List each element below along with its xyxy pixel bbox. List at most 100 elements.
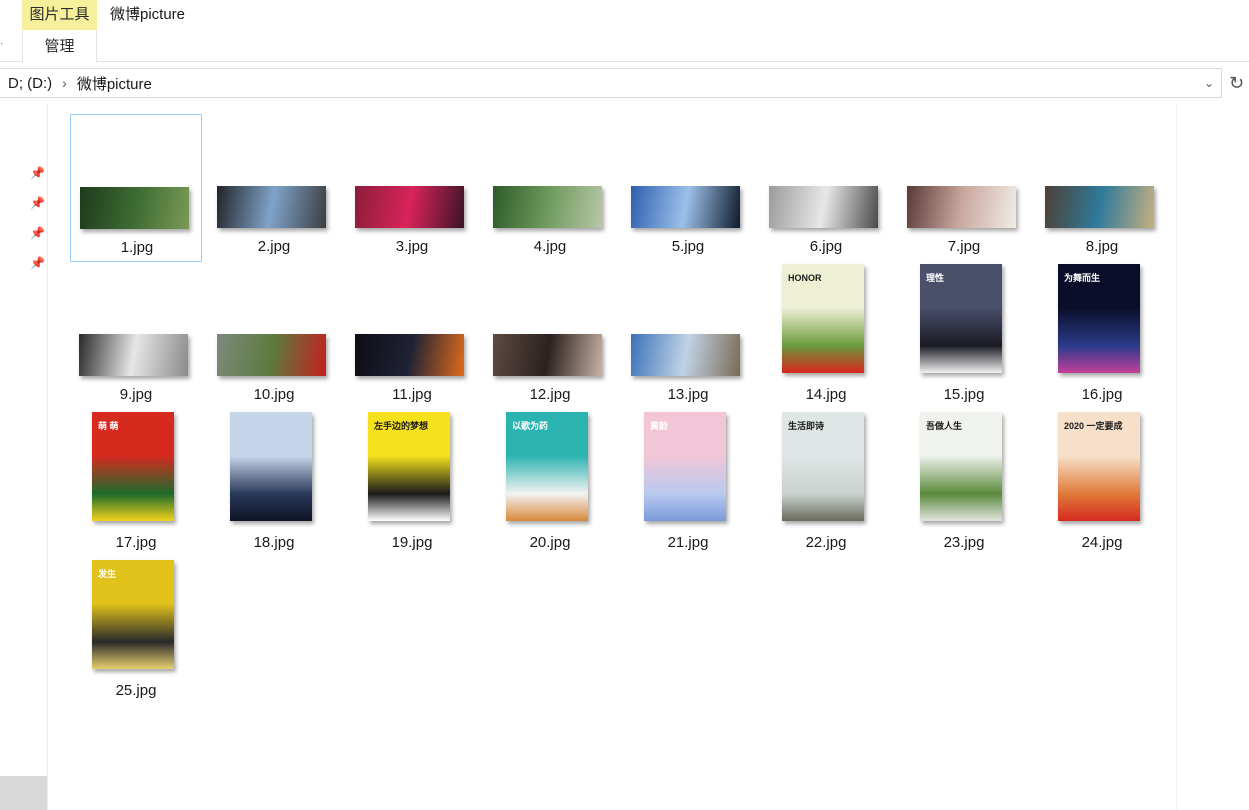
navigation-pane: 📌 📌 📌 📌 (0, 104, 48, 810)
file-item[interactable]: 11.jpg (346, 262, 478, 410)
thumbnail-caption: 左手边的梦想 (374, 421, 429, 431)
file-item[interactable]: 9.jpg (70, 262, 202, 410)
thumbnail-caption: 黄龄 (650, 421, 669, 431)
file-thumbnail[interactable] (355, 334, 464, 376)
thumbnail-caption: 发生 (98, 569, 117, 579)
file-item[interactable]: 2.jpg (208, 114, 340, 262)
file-item[interactable]: 10.jpg (208, 262, 340, 410)
thumbnail-caption: 萌 萌 (98, 421, 119, 431)
file-thumbnail[interactable]: 理性 (920, 264, 1002, 373)
file-thumbnail[interactable] (80, 187, 189, 229)
file-thumbnail[interactable]: 左手边的梦想 (368, 412, 450, 521)
ribbon: · 图片工具 管理 微博picture (0, 0, 1249, 62)
file-name: 25.jpg (115, 682, 157, 699)
file-item[interactable]: 以歌为药 20.jpg (484, 410, 616, 558)
file-item[interactable]: 13.jpg (622, 262, 754, 410)
file-name: 19.jpg (391, 534, 433, 551)
file-thumbnail[interactable]: 黄龄 (644, 412, 726, 521)
refresh-icon[interactable]: ↻ (1224, 68, 1249, 98)
file-name: 3.jpg (395, 238, 429, 255)
file-thumbnail[interactable] (907, 186, 1016, 228)
file-thumbnail[interactable]: 吾做人生 (920, 412, 1002, 521)
collapsed-ribbon-edge: · (0, 38, 4, 49)
pin-icon[interactable]: 📌 (30, 226, 45, 240)
file-thumbnail[interactable] (493, 334, 602, 376)
tab-picture-tools[interactable]: 图片工具 (22, 0, 97, 30)
file-name: 23.jpg (943, 534, 985, 551)
file-thumbnail[interactable] (493, 186, 602, 228)
file-name: 9.jpg (119, 386, 153, 403)
file-item[interactable]: 为舞而生 16.jpg (1036, 262, 1168, 410)
file-item[interactable]: 3.jpg (346, 114, 478, 262)
file-item[interactable]: 4.jpg (484, 114, 616, 262)
file-item[interactable]: 18.jpg (208, 410, 340, 558)
file-name: 13.jpg (667, 386, 709, 403)
file-item[interactable]: 8.jpg (1036, 114, 1168, 262)
thumbnail-caption: 2020 一定要成 (1064, 421, 1123, 431)
file-item[interactable]: 12.jpg (484, 262, 616, 410)
chevron-down-icon[interactable]: ⌄ (1201, 75, 1217, 91)
file-name: 17.jpg (115, 534, 157, 551)
pin-icon[interactable]: 📌 (30, 166, 45, 180)
file-thumbnail[interactable] (631, 334, 740, 376)
file-name: 6.jpg (809, 238, 843, 255)
file-name: 18.jpg (253, 534, 295, 551)
file-thumbnail[interactable]: 2020 一定要成 (1058, 412, 1140, 521)
window-title: 微博picture (110, 6, 186, 23)
file-item[interactable]: HONOR 14.jpg (760, 262, 892, 410)
file-item[interactable]: 发生 25.jpg (70, 558, 202, 706)
file-item[interactable]: 5.jpg (622, 114, 754, 262)
file-name: 5.jpg (671, 238, 705, 255)
file-name: 8.jpg (1085, 238, 1119, 255)
nav-scrollbar-thumb[interactable] (0, 776, 47, 810)
thumbnail-caption: 吾做人生 (926, 421, 963, 431)
file-item[interactable]: 6.jpg (760, 114, 892, 262)
file-name: 4.jpg (533, 238, 567, 255)
file-thumbnail[interactable] (631, 186, 740, 228)
file-thumbnail[interactable]: 发生 (92, 560, 174, 669)
address-bar[interactable]: D; (D:) › 微博picture ⌄ (0, 68, 1222, 98)
tab-manage[interactable]: 管理 (22, 30, 97, 62)
file-name: 16.jpg (1081, 386, 1123, 403)
file-thumbnail[interactable] (355, 186, 464, 228)
thumbnail-caption: 以歌为药 (512, 421, 549, 431)
file-name: 21.jpg (667, 534, 709, 551)
file-item[interactable]: 2020 一定要成 24.jpg (1036, 410, 1168, 558)
file-name: 2.jpg (257, 238, 291, 255)
file-name: 7.jpg (947, 238, 981, 255)
file-name: 12.jpg (529, 386, 571, 403)
file-thumbnail[interactable] (769, 186, 878, 228)
file-thumbnail[interactable]: 以歌为药 (506, 412, 588, 521)
file-thumbnail[interactable]: HONOR (782, 264, 864, 373)
file-thumbnail[interactable]: 萌 萌 (92, 412, 174, 521)
file-name: 10.jpg (253, 386, 295, 403)
file-item[interactable]: 1.jpg (70, 114, 202, 262)
file-item[interactable]: 萌 萌 17.jpg (70, 410, 202, 558)
chevron-right-icon[interactable]: › (60, 75, 69, 91)
file-item[interactable]: 理性 15.jpg (898, 262, 1030, 410)
file-item[interactable]: 黄龄 21.jpg (622, 410, 754, 558)
pin-icon[interactable]: 📌 (30, 196, 45, 210)
file-thumbnail[interactable]: 生活即诗 (782, 412, 864, 521)
file-item[interactable]: 吾做人生 23.jpg (898, 410, 1030, 558)
file-name: 14.jpg (805, 386, 847, 403)
file-item[interactable]: 7.jpg (898, 114, 1030, 262)
breadcrumb-drive[interactable]: D; (D:) (0, 75, 60, 92)
file-name: 20.jpg (529, 534, 571, 551)
file-thumbnail[interactable] (217, 186, 326, 228)
breadcrumb-folder[interactable]: 微博picture (69, 73, 160, 94)
pin-icon[interactable]: 📌 (30, 256, 45, 270)
file-grid: 1.jpg 2.jpg 3.jpg 4.jpg 5.jpg 6.jpg 7.jpg 8.jpg… (49, 104, 1176, 810)
file-name: 15.jpg (943, 386, 985, 403)
thumbnail-caption: HONOR (788, 273, 822, 283)
thumbnail-caption: 理性 (926, 273, 945, 283)
file-thumbnail[interactable] (217, 334, 326, 376)
file-item[interactable]: 左手边的梦想 19.jpg (346, 410, 478, 558)
file-thumbnail[interactable]: 为舞而生 (1058, 264, 1140, 373)
file-thumbnail[interactable] (230, 412, 312, 521)
file-name: 22.jpg (805, 534, 847, 551)
content-divider (1176, 104, 1177, 810)
file-thumbnail[interactable] (1045, 186, 1154, 228)
file-thumbnail[interactable] (79, 334, 188, 376)
file-item[interactable]: 生活即诗 22.jpg (760, 410, 892, 558)
